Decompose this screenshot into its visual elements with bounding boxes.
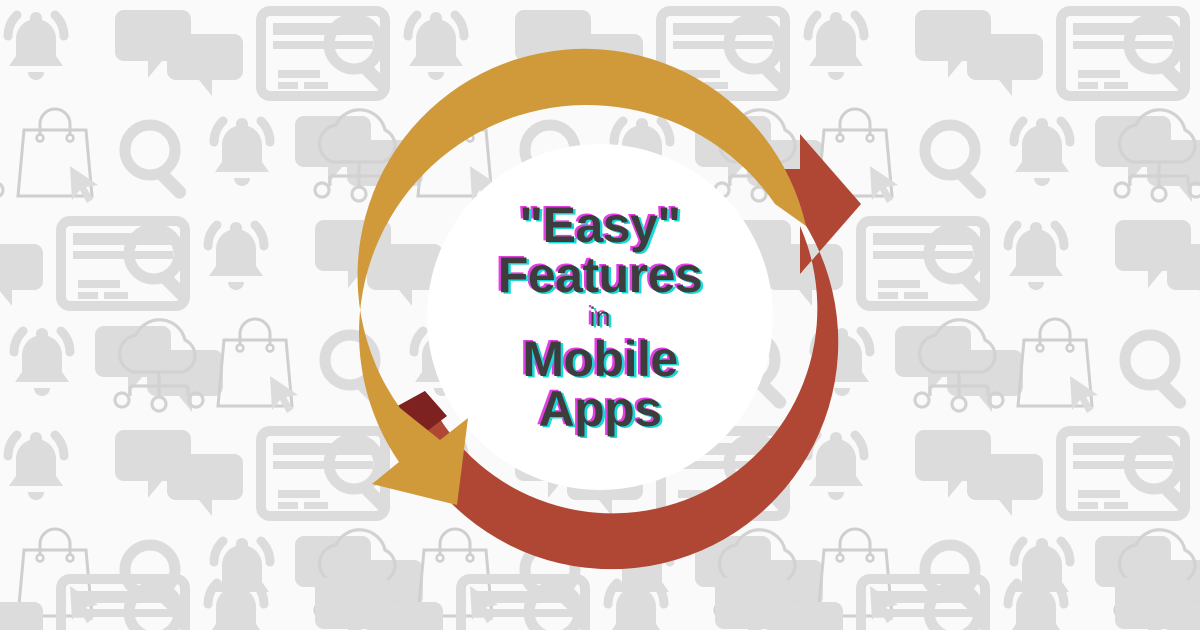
headline-text-block: "Easy" "Easy" "Easy" Features Features F… xyxy=(435,196,765,438)
headline-line-mobile-text: Mobile xyxy=(522,331,678,388)
headline-line-apps-text: Apps xyxy=(538,381,663,438)
headline-line-features: Features Features Features xyxy=(435,246,765,303)
headline-line-features-text: Features xyxy=(497,246,703,303)
headline-line-mobile: Mobile Mobile Mobile xyxy=(435,331,765,388)
headline-line-in: in in in xyxy=(435,301,765,332)
headline-line-easy-text: "Easy" xyxy=(519,196,681,253)
headline-line-in-text: in xyxy=(589,301,611,332)
headline-line-apps: Apps Apps Apps xyxy=(435,381,765,438)
headline-line-easy: "Easy" "Easy" "Easy" xyxy=(435,196,765,253)
poster-canvas: "Easy" "Easy" "Easy" Features Features F… xyxy=(0,0,1200,630)
